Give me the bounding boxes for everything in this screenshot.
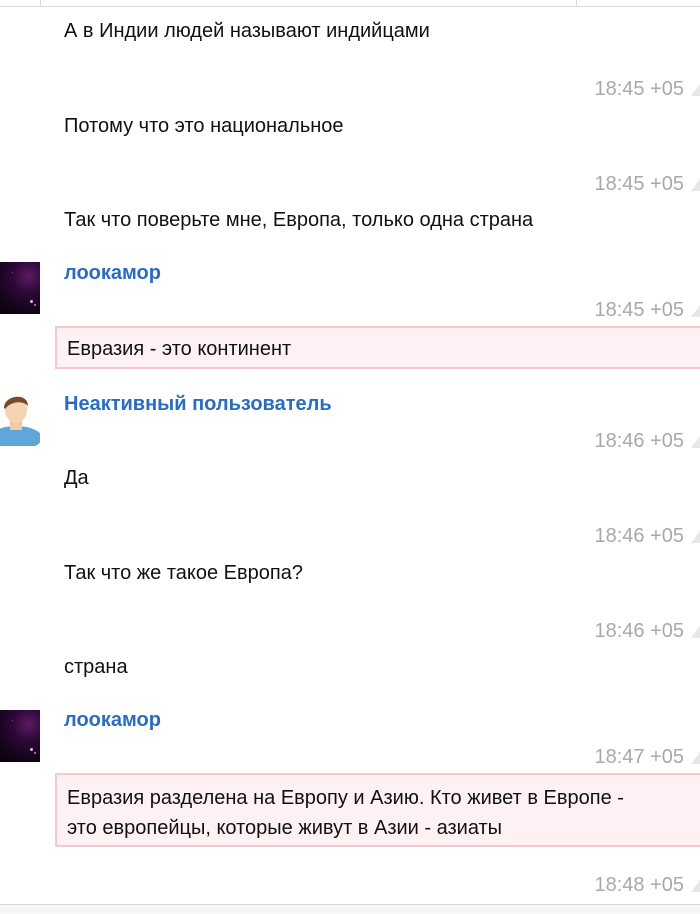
message-menu-triangle-icon[interactable] <box>691 752 700 764</box>
top-divider <box>0 0 700 7</box>
quote-line: Евразия разделена на Европу и Азию. Кто … <box>67 787 624 809</box>
message-timestamp: 18:46 +05 <box>594 430 684 452</box>
message-timestamp: 18:45 +05 <box>594 78 684 100</box>
message-menu-triangle-icon[interactable] <box>691 179 700 191</box>
author-link[interactable]: Неактивный пользователь <box>64 391 332 417</box>
message-text: Потому что это национальное <box>64 115 344 137</box>
message-menu-triangle-icon[interactable] <box>691 436 700 448</box>
avatar-star <box>34 304 36 306</box>
message-text: Да <box>64 467 89 489</box>
message-timestamp: 18:45 +05 <box>594 173 684 195</box>
user-avatar-graphic <box>0 396 40 446</box>
message-menu-triangle-icon[interactable] <box>691 84 700 96</box>
message-timestamp: 18:45 +05 <box>594 299 684 321</box>
message-menu-triangle-icon[interactable] <box>691 305 700 317</box>
avatar-star <box>12 720 13 721</box>
author-link[interactable]: лоокамор <box>64 707 161 733</box>
author-link[interactable]: лоокамор <box>64 260 161 286</box>
default-user-avatar-icon[interactable] <box>0 390 40 446</box>
divider-tick <box>40 0 41 6</box>
message-timestamp: 18:48 +05 <box>594 874 684 896</box>
avatar-star <box>12 272 13 273</box>
quote-line: это европейцы, которые живут в Азии - аз… <box>67 817 503 839</box>
message-timestamp: 18:46 +05 <box>594 620 684 642</box>
message-menu-triangle-icon[interactable] <box>691 531 700 543</box>
message-timestamp: 18:47 +05 <box>594 746 684 768</box>
message-menu-triangle-icon[interactable] <box>691 626 700 638</box>
message-text: Так что поверьте мне, Европа, только одн… <box>64 209 534 231</box>
divider-tick <box>576 0 577 6</box>
avatar-star <box>30 300 33 303</box>
message-text: А в Индии людей называют индийцами <box>64 20 430 42</box>
quote-text: Евразия - это континент <box>67 338 292 360</box>
message-text: Так что же такое Европа? <box>64 562 303 584</box>
message-menu-triangle-icon[interactable] <box>691 880 700 892</box>
quote-block: Евразия разделена на Европу и Азию. Кто … <box>55 773 700 847</box>
space-avatar-icon[interactable] <box>0 262 40 314</box>
message-timestamp: 18:46 +05 <box>594 525 684 547</box>
quote-block: Евразия - это континент <box>55 326 700 369</box>
space-avatar-icon[interactable] <box>0 710 40 762</box>
avatar-star <box>30 748 33 751</box>
message-text: страна <box>64 656 128 678</box>
avatar-star <box>34 752 36 754</box>
